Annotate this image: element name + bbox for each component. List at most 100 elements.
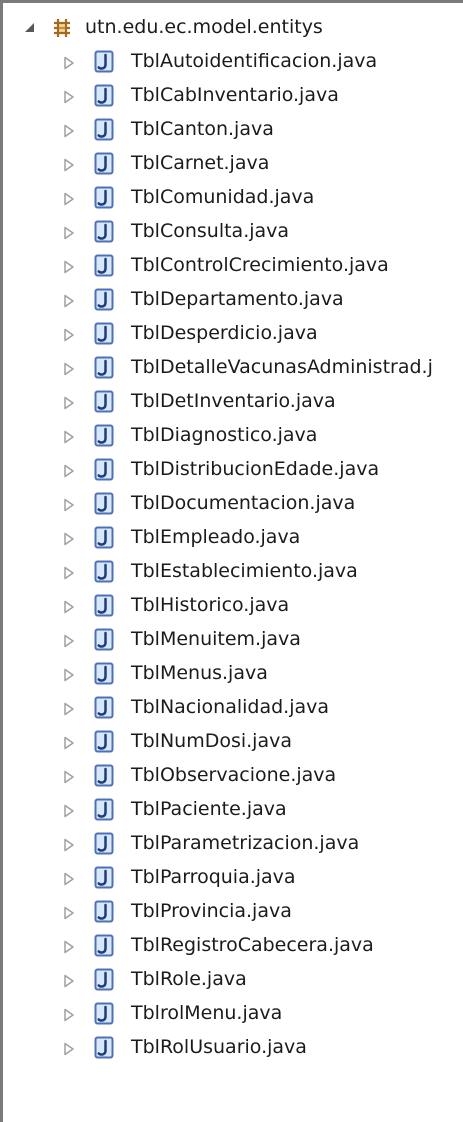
java-file-name: TblCarnet.java <box>131 152 270 174</box>
java-file-item[interactable]: TblEstablecimiento.java <box>3 556 463 590</box>
java-file-item[interactable]: TblRolUsuario.java <box>3 1032 463 1066</box>
java-file-item[interactable]: TblConsulta.java <box>3 216 463 250</box>
java-file-item[interactable]: TblParroquia.java <box>3 862 463 896</box>
java-file-icon <box>94 152 114 175</box>
collapsed-triangle-icon[interactable] <box>63 90 75 104</box>
java-file-name: TblDetInventario.java <box>131 390 336 412</box>
java-file-icon <box>94 288 114 311</box>
java-file-item[interactable]: TblObservacione.java <box>3 760 463 794</box>
java-file-name: TblCanton.java <box>131 118 274 140</box>
java-file-item[interactable]: TblCanton.java <box>3 114 463 148</box>
java-file-name: TblRole.java <box>131 968 247 990</box>
collapsed-triangle-icon[interactable] <box>63 396 75 410</box>
java-file-item[interactable]: TblCabInventario.java <box>3 80 463 114</box>
java-file-item[interactable]: TblCarnet.java <box>3 148 463 182</box>
package-icon <box>54 19 70 37</box>
java-file-item[interactable]: TblMenuitem.java <box>3 624 463 658</box>
java-file-item[interactable]: TblDistribucionEdade.java <box>3 454 463 488</box>
collapsed-triangle-icon[interactable] <box>63 600 75 614</box>
collapsed-triangle-icon[interactable] <box>63 328 75 342</box>
java-file-icon <box>94 220 114 243</box>
java-file-item[interactable]: TblHistorico.java <box>3 590 463 624</box>
collapsed-triangle-icon[interactable] <box>63 736 75 750</box>
collapsed-triangle-icon[interactable] <box>63 158 75 172</box>
java-file-icon <box>94 730 114 753</box>
java-file-icon <box>94 1036 114 1059</box>
java-file-icon <box>94 424 114 447</box>
collapsed-triangle-icon[interactable] <box>63 838 75 852</box>
java-file-name: TblDesperdicio.java <box>131 322 318 344</box>
collapsed-triangle-icon[interactable] <box>63 872 75 886</box>
collapsed-triangle-icon[interactable] <box>63 804 75 818</box>
java-file-name: TblNacionalidad.java <box>131 696 330 718</box>
package-node[interactable]: utn.edu.ec.model.entitys <box>3 12 463 46</box>
collapsed-triangle-icon[interactable] <box>63 498 75 512</box>
collapsed-triangle-icon[interactable] <box>63 906 75 920</box>
collapsed-triangle-icon[interactable] <box>63 702 75 716</box>
java-file-item[interactable]: TblDocumentacion.java <box>3 488 463 522</box>
java-file-name: TblDistribucionEdade.java <box>131 458 380 480</box>
java-file-icon <box>94 1002 114 1025</box>
java-file-icon <box>94 186 114 209</box>
java-file-item[interactable]: TblAutoidentificacion.java <box>3 46 463 80</box>
java-file-icon <box>94 322 114 345</box>
collapsed-triangle-icon[interactable] <box>63 1042 75 1056</box>
collapsed-triangle-icon[interactable] <box>63 192 75 206</box>
java-file-name: TblNumDosi.java <box>131 730 292 752</box>
java-file-icon <box>94 594 114 617</box>
java-file-icon <box>94 832 114 855</box>
java-file-name: TblDetalleVacunasAdministrad.j <box>131 356 433 378</box>
package-tree: utn.edu.ec.model.entitys TblAutoidentifi… <box>3 12 463 1066</box>
collapsed-triangle-icon[interactable] <box>63 362 75 376</box>
collapsed-triangle-icon[interactable] <box>63 532 75 546</box>
java-file-item[interactable]: TblControlCrecimiento.java <box>3 250 463 284</box>
collapsed-triangle-icon[interactable] <box>63 260 75 274</box>
collapsed-triangle-icon[interactable] <box>63 124 75 138</box>
java-file-icon <box>94 526 114 549</box>
java-file-item[interactable]: TblParametrizacion.java <box>3 828 463 862</box>
java-file-name: TblEstablecimiento.java <box>131 560 358 582</box>
collapsed-triangle-icon[interactable] <box>63 56 75 70</box>
java-file-item[interactable]: TblDesperdicio.java <box>3 318 463 352</box>
java-file-item[interactable]: TblDiagnostico.java <box>3 420 463 454</box>
java-file-item[interactable]: TblDetInventario.java <box>3 386 463 420</box>
java-file-item[interactable]: TblProvincia.java <box>3 896 463 930</box>
java-file-item[interactable]: TblNumDosi.java <box>3 726 463 760</box>
collapsed-triangle-icon[interactable] <box>63 770 75 784</box>
collapsed-triangle-icon[interactable] <box>63 940 75 954</box>
java-file-item[interactable]: TblRegistroCabecera.java <box>3 930 463 964</box>
expanded-triangle-icon[interactable] <box>24 22 36 34</box>
collapsed-triangle-icon[interactable] <box>63 668 75 682</box>
collapsed-triangle-icon[interactable] <box>63 464 75 478</box>
java-file-item[interactable]: TblDetalleVacunasAdministrad.j <box>3 352 463 386</box>
collapsed-triangle-icon[interactable] <box>63 566 75 580</box>
collapsed-triangle-icon[interactable] <box>63 1008 75 1022</box>
java-file-item[interactable]: TblMenus.java <box>3 658 463 692</box>
java-file-item[interactable]: TblNacionalidad.java <box>3 692 463 726</box>
java-file-item[interactable]: TblrolMenu.java <box>3 998 463 1032</box>
java-file-name: TblParroquia.java <box>131 866 296 888</box>
package-name: utn.edu.ec.model.entitys <box>85 16 323 38</box>
collapsed-triangle-icon[interactable] <box>63 430 75 444</box>
package-explorer: utn.edu.ec.model.entitys TblAutoidentifi… <box>0 0 463 1122</box>
java-file-name: TblAutoidentificacion.java <box>131 50 378 72</box>
java-file-name: TblMenus.java <box>131 662 268 684</box>
java-file-item[interactable]: TblComunidad.java <box>3 182 463 216</box>
java-file-item[interactable]: TblPaciente.java <box>3 794 463 828</box>
java-file-icon <box>94 390 114 413</box>
java-file-item[interactable]: TblRole.java <box>3 964 463 998</box>
collapsed-triangle-icon[interactable] <box>63 974 75 988</box>
java-file-name: TblDocumentacion.java <box>131 492 356 514</box>
java-file-icon <box>94 628 114 651</box>
java-file-item[interactable]: TblEmpleado.java <box>3 522 463 556</box>
java-file-icon <box>94 900 114 923</box>
collapsed-triangle-icon[interactable] <box>63 226 75 240</box>
java-file-item[interactable]: TblDepartamento.java <box>3 284 463 318</box>
java-file-icon <box>94 696 114 719</box>
java-file-icon <box>94 968 114 991</box>
java-file-name: TblDiagnostico.java <box>131 424 318 446</box>
collapsed-triangle-icon[interactable] <box>63 294 75 308</box>
java-file-icon <box>94 50 114 73</box>
java-file-name: TblMenuitem.java <box>131 628 301 650</box>
collapsed-triangle-icon[interactable] <box>63 634 75 648</box>
